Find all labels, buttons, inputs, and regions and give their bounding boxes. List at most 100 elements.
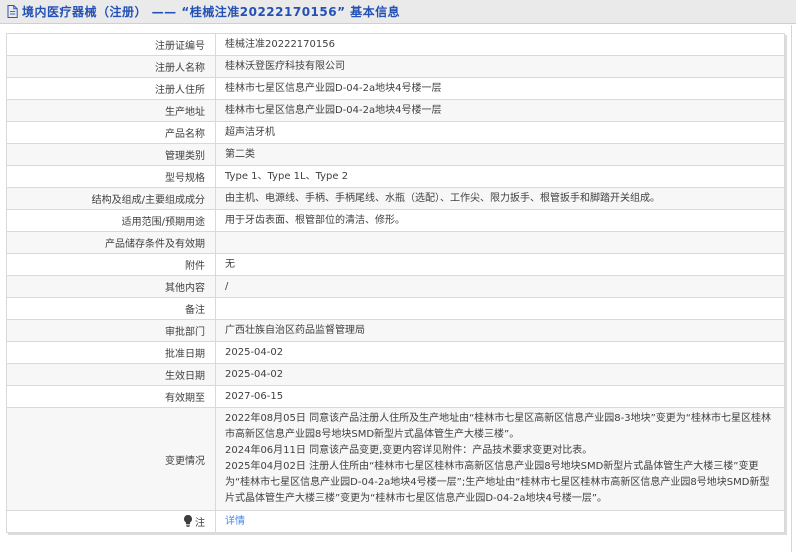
details-link[interactable]: 详情 — [225, 516, 245, 527]
page-header: 境内医疗器械（注册） —— “桂械注准20222170156” 基本信息 — [0, 0, 796, 24]
row-value-text: 桂林沃登医疗科技有限公司 — [225, 60, 345, 72]
row-value: 2025-04-02 — [215, 341, 785, 364]
row-label-text: 其他内容 — [165, 283, 205, 294]
row-label-text: 注 — [195, 518, 205, 529]
table-row: 注册证编号 桂械注准20222170156 — [6, 33, 785, 56]
row-value: 用于牙齿表面、根管部位的清洁、修形。 — [215, 209, 785, 232]
row-value-text: 无 — [225, 258, 235, 270]
row-label-text: 结构及组成/主要组成成分 — [91, 195, 205, 206]
table-row: 型号规格 Type 1、Type 1L、Type 2 — [6, 165, 785, 188]
change-record: 2025年04月02日 注册人住所由“桂林市七星区桂林市高新区信息产业园8号地块… — [225, 461, 770, 504]
row-label-text: 注册人住所 — [155, 85, 205, 96]
row-label: 变更情况 — [6, 407, 216, 511]
row-label-text: 产品名称 — [165, 129, 205, 140]
row-label: 备注 — [6, 297, 216, 320]
document-icon — [7, 5, 18, 18]
table-row: 批准日期 2025-04-02 — [6, 341, 785, 364]
row-label-text: 适用范围/预期用途 — [121, 217, 205, 228]
row-value: 超声洁牙机 — [215, 121, 785, 144]
table-row: 其他内容 / — [6, 275, 785, 298]
row-label: 注册人名称 — [6, 55, 216, 78]
row-label: 附件 — [6, 253, 216, 276]
row-label-text: 生效日期 — [165, 371, 205, 382]
row-value: 由主机、电源线、手柄、手柄尾线、水瓶（选配）、工作尖、限力扳手、根管扳手和脚踏开… — [215, 187, 785, 210]
row-label-text: 变更情况 — [165, 455, 205, 467]
table-row: 生产地址 桂林市七星区信息产业园D-04-2a地块4号楼一层 — [6, 99, 785, 122]
row-value-text: 第二类 — [225, 148, 255, 160]
row-label-text: 型号规格 — [165, 173, 205, 184]
row-value-text: 2027-06-15 — [225, 390, 284, 402]
table-row: 备注 — [6, 297, 785, 320]
row-value: 2025-04-02 — [215, 363, 785, 386]
row-label: 注册人住所 — [6, 77, 216, 100]
row-value: 桂林市七星区信息产业园D-04-2a地块4号楼一层 — [215, 77, 785, 100]
row-value-text: 广西壮族自治区药品监督管理局 — [225, 324, 365, 336]
bulb-icon — [183, 515, 193, 527]
row-label-text: 生产地址 — [165, 107, 205, 118]
row-label-text: 管理类别 — [165, 151, 205, 162]
row-value: Type 1、Type 1L、Type 2 — [215, 165, 785, 188]
row-value: 广西壮族自治区药品监督管理局 — [215, 319, 785, 342]
row-value: 2027-06-15 — [215, 385, 785, 408]
row-label-text: 附件 — [185, 261, 205, 272]
row-value-text: 用于牙齿表面、根管部位的清洁、修形。 — [225, 214, 405, 226]
row-label-text: 备注 — [185, 305, 205, 316]
row-value-text: 桂林市七星区信息产业园D-04-2a地块4号楼一层 — [225, 104, 442, 116]
row-label: 生效日期 — [6, 363, 216, 386]
row-value: 详情 — [215, 510, 785, 533]
table-row: 产品名称 超声洁牙机 — [6, 121, 785, 144]
table-row: 注册人住所 桂林市七星区信息产业园D-04-2a地块4号楼一层 — [6, 77, 785, 100]
table-row: 注 详情 — [6, 510, 785, 533]
row-value: 第二类 — [215, 143, 785, 166]
table-row: 有效期至 2027-06-15 — [6, 385, 785, 408]
row-value-text: 桂械注准20222170156 — [225, 38, 335, 50]
row-value: 桂林沃登医疗科技有限公司 — [215, 55, 785, 78]
table-row: 管理类别 第二类 — [6, 143, 785, 166]
registration-info-table: 注册证编号 桂械注准20222170156 注册人名称 桂林沃登医疗科技有限公司 注册人… — [6, 33, 785, 533]
info-table-body: 注册证编号 桂械注准20222170156 注册人名称 桂林沃登医疗科技有限公司 注册人… — [6, 33, 785, 533]
table-row: 结构及组成/主要组成成分 由主机、电源线、手柄、手柄尾线、水瓶（选配）、工作尖、限… — [6, 187, 785, 210]
row-label: 型号规格 — [6, 165, 216, 188]
table-row: 生效日期 2025-04-02 — [6, 363, 785, 386]
row-value: 无 — [215, 253, 785, 276]
row-label: 审批部门 — [6, 319, 216, 342]
row-label: 批准日期 — [6, 341, 216, 364]
row-label: 有效期至 — [6, 385, 216, 408]
change-record: 2022年08月05日 同意该产品注册人住所及生产地址由“桂林市七星区高新区信息… — [225, 413, 771, 440]
row-label: 注册证编号 — [6, 33, 216, 56]
page-edge-divider — [791, 25, 792, 552]
row-label: 生产地址 — [6, 99, 216, 122]
row-value-text: / — [225, 280, 229, 292]
row-label: 结构及组成/主要组成成分 — [6, 187, 216, 210]
row-label: 管理类别 — [6, 143, 216, 166]
row-value: / — [215, 275, 785, 298]
row-value-text: 2025-04-02 — [225, 346, 284, 358]
table-row: 变更情况 2022年08月05日 同意该产品注册人住所及生产地址由“桂林市七星区高… — [6, 407, 785, 511]
table-row: 适用范围/预期用途 用于牙齿表面、根管部位的清洁、修形。 — [6, 209, 785, 232]
page-title: 境内医疗器械（注册） —— “桂械注准20222170156” 基本信息 — [22, 5, 401, 19]
table-row: 产品储存条件及有效期 — [6, 231, 785, 254]
row-label-text: 注册证编号 — [155, 41, 205, 52]
row-value: 2022年08月05日 同意该产品注册人住所及生产地址由“桂林市七星区高新区信息… — [215, 407, 785, 511]
row-value — [215, 231, 785, 254]
row-value: 桂械注准20222170156 — [215, 33, 785, 56]
row-value-text: 2025-04-02 — [225, 368, 284, 380]
row-value-text: 由主机、电源线、手柄、手柄尾线、水瓶（选配）、工作尖、限力扳手、根管扳手和脚踏开… — [225, 192, 660, 204]
row-value — [215, 297, 785, 320]
row-value-text: 超声洁牙机 — [225, 126, 275, 138]
row-value-text: 桂林市七星区信息产业园D-04-2a地块4号楼一层 — [225, 82, 442, 94]
row-value: 桂林市七星区信息产业园D-04-2a地块4号楼一层 — [215, 99, 785, 122]
row-label-text: 审批部门 — [165, 327, 205, 338]
table-row: 附件 无 — [6, 253, 785, 276]
row-label: 产品名称 — [6, 121, 216, 144]
table-row: 审批部门 广西壮族自治区药品监督管理局 — [6, 319, 785, 342]
row-label-text: 有效期至 — [165, 393, 205, 404]
table-row: 注册人名称 桂林沃登医疗科技有限公司 — [6, 55, 785, 78]
row-value-text: Type 1、Type 1L、Type 2 — [225, 170, 349, 182]
row-label: 产品储存条件及有效期 — [6, 231, 216, 254]
row-label-text: 批准日期 — [165, 349, 205, 360]
row-label: 注 — [6, 510, 216, 533]
row-label-text: 注册人名称 — [155, 63, 205, 74]
row-label-text: 产品储存条件及有效期 — [105, 239, 205, 250]
change-record: 2024年06月11日 同意该产品变更,变更内容详见附件：产品技术要求变更对比表… — [225, 445, 593, 456]
